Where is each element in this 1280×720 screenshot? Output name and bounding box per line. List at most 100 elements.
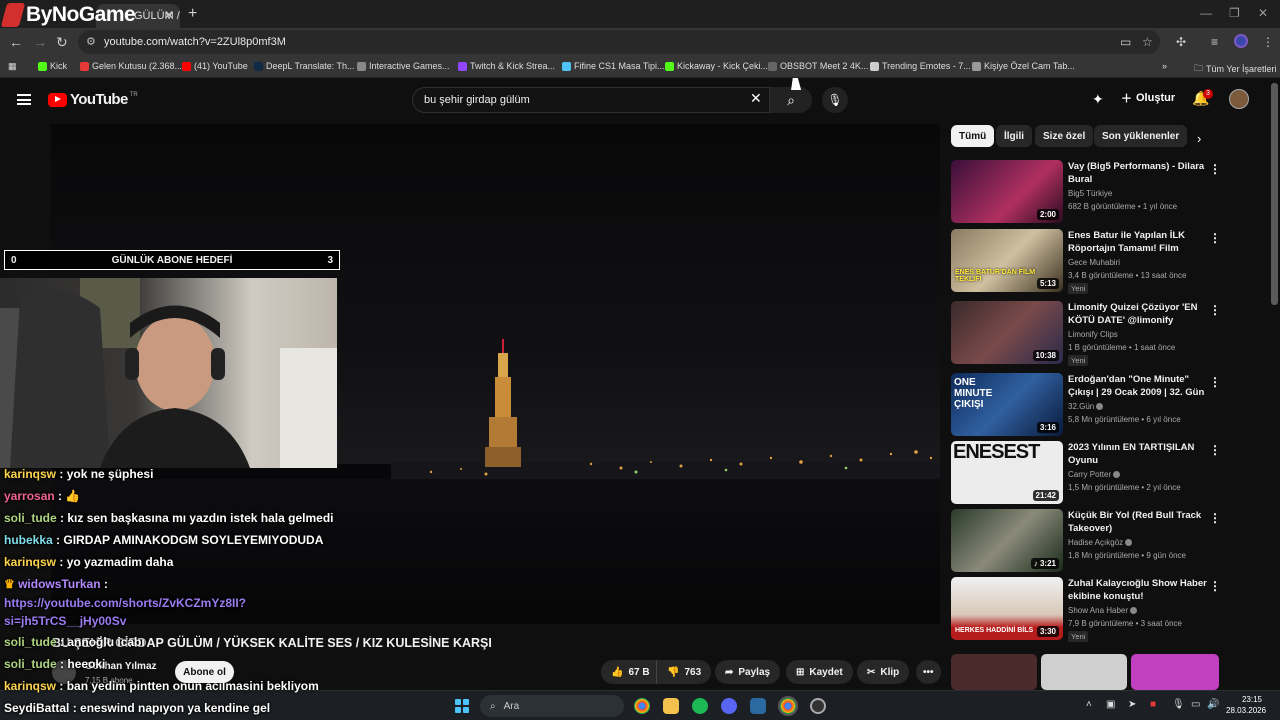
menu-icon[interactable] bbox=[17, 94, 31, 105]
app-icon[interactable] bbox=[750, 698, 766, 714]
subscribe-button[interactable]: Abone ol bbox=[175, 661, 234, 683]
bookmark-item[interactable]: Kişiye Özel Cam Tab... bbox=[972, 61, 1075, 71]
bookmark-item[interactable]: Interactive Games... bbox=[357, 61, 450, 71]
all-bookmarks-folder[interactable]: 🗀 Tüm Yer İşaretleri bbox=[1194, 61, 1277, 77]
window-close-icon[interactable]: ✕ bbox=[1258, 6, 1268, 20]
system-clock[interactable]: 23:15 28.03.2026 bbox=[1226, 694, 1266, 716]
file-explorer-icon[interactable] bbox=[663, 698, 679, 714]
more-vertical-icon[interactable]: ⋮ bbox=[1209, 579, 1221, 593]
more-vertical-icon[interactable]: ⋮ bbox=[1209, 303, 1221, 317]
network-icon[interactable]: ▭ bbox=[1191, 699, 1200, 710]
recommendation-item[interactable]: 2:00 Vay (Big5 Performans) - Dilara Bura… bbox=[951, 160, 1271, 224]
minimize-icon[interactable]: — bbox=[1200, 6, 1212, 20]
bookmark-item[interactable]: DeepL Translate: Th... bbox=[254, 61, 355, 71]
more-actions-button[interactable]: ••• bbox=[916, 660, 941, 684]
apps-grid-icon[interactable]: ▦ bbox=[8, 61, 17, 72]
forward-icon[interactable]: → bbox=[33, 34, 47, 50]
spotify-icon[interactable] bbox=[692, 698, 708, 714]
tray-app-icon[interactable]: ▣ bbox=[1106, 699, 1115, 710]
windows-start-icon[interactable] bbox=[455, 699, 469, 713]
url-field[interactable]: ⚙ youtube.com/watch?v=2ZUl8p0mf3M bbox=[78, 30, 1160, 54]
short-thumbnail[interactable] bbox=[1041, 654, 1127, 690]
recommendation-title[interactable]: 2023 Yılının EN TARTIŞILAN Oyunu bbox=[1068, 441, 1208, 467]
like-button[interactable]: 👍 67 B bbox=[601, 660, 658, 684]
bookmark-item[interactable]: Gelen Kutusu (2.368... bbox=[80, 61, 182, 71]
media-controls-icon[interactable]: ≡ bbox=[1211, 35, 1218, 49]
recommendation-item[interactable]: ENES BATUR'DAN FİLM TEKLİFİ 5:13 Enes Ba… bbox=[951, 229, 1271, 294]
clip-button[interactable]: ✂ Klip bbox=[857, 660, 910, 684]
more-vertical-icon[interactable]: ⋮ bbox=[1209, 511, 1221, 525]
recommendation-channel[interactable]: 32.Gün bbox=[1068, 402, 1104, 411]
recommendation-item[interactable]: ENESEST 21:42 2023 Yılının EN TARTIŞILAN… bbox=[951, 441, 1271, 505]
video-thumbnail[interactable]: 10:38 bbox=[951, 301, 1063, 364]
recommendation-title[interactable]: Erdoğan'dan "One Minute" Çıkışı | 29 Oca… bbox=[1068, 373, 1208, 400]
more-vertical-icon[interactable]: ⋮ bbox=[1209, 443, 1221, 457]
create-button[interactable]: ＋ Oluştur bbox=[1121, 90, 1175, 106]
browser-profile-avatar[interactable] bbox=[1234, 34, 1248, 48]
chip-recent[interactable]: Son yüklenenler bbox=[1094, 125, 1188, 147]
site-info-icon[interactable]: ⚙ bbox=[86, 35, 96, 48]
browser-menu-icon[interactable]: ⋮ bbox=[1262, 35, 1274, 49]
video-thumbnail[interactable]: HERKES HADDİNİ BİLS 3:30 bbox=[951, 577, 1063, 640]
recommendation-title[interactable]: Vay (Big5 Performans) - Dilara Bural bbox=[1068, 160, 1208, 186]
video-thumbnail[interactable]: ONE MINUTE ÇIKIŞI 3:16 bbox=[951, 373, 1063, 436]
youtube-logo[interactable]: YouTube TR bbox=[48, 91, 138, 108]
recommendation-item[interactable]: 10:38 Limonify Quizei Çözüyor 'EN KÖTÜ D… bbox=[951, 301, 1271, 366]
reload-icon[interactable]: ↻ bbox=[56, 34, 68, 51]
extensions-icon[interactable]: ✣ bbox=[1176, 35, 1186, 49]
chip-all[interactable]: Tümü bbox=[951, 125, 995, 147]
share-button[interactable]: ➦ Paylaş bbox=[715, 660, 781, 684]
volume-icon[interactable]: 🔊 bbox=[1207, 699, 1219, 710]
cast-icon[interactable]: ▭ bbox=[1120, 35, 1131, 49]
recommendation-item[interactable]: HERKES HADDİNİ BİLS 3:30 Zuhal Kalaycıoğ… bbox=[951, 577, 1271, 642]
page-scrollbar[interactable] bbox=[1271, 83, 1278, 305]
recommendation-title[interactable]: Enes Batur ile Yapılan İLK Röportajın Ta… bbox=[1068, 229, 1208, 256]
short-thumbnail[interactable] bbox=[951, 654, 1037, 690]
back-icon[interactable]: ← bbox=[9, 34, 23, 50]
more-vertical-icon[interactable]: ⋮ bbox=[1209, 231, 1221, 245]
bookmark-item[interactable]: Kick bbox=[38, 61, 67, 71]
voice-search-button[interactable]: 🎙 bbox=[822, 87, 848, 113]
tray-app-icon[interactable]: ➤ bbox=[1128, 699, 1136, 710]
chrome-active-icon[interactable] bbox=[778, 696, 798, 716]
recommendation-channel[interactable]: Carry Potter bbox=[1068, 470, 1121, 479]
recommendation-title[interactable]: Zuhal Kalaycıoğlu Show Haber ekibine kon… bbox=[1068, 577, 1208, 603]
tray-overflow-icon[interactable]: ˄ bbox=[1086, 699, 1092, 710]
tray-app-icon[interactable]: ■ bbox=[1150, 699, 1156, 710]
chrome-icon[interactable] bbox=[634, 698, 650, 714]
video-thumbnail[interactable]: ENESEST 21:42 bbox=[951, 441, 1063, 504]
taskbar-search[interactable]: ⌕ Ara bbox=[480, 695, 624, 717]
more-vertical-icon[interactable]: ⋮ bbox=[1209, 162, 1221, 176]
recommendation-title[interactable]: Küçük Bir Yol (Red Bull Track Takeover) bbox=[1068, 509, 1208, 535]
bookmarks-overflow-icon[interactable]: » bbox=[1162, 61, 1167, 71]
recommendation-item[interactable]: ♪ 3:21 Küçük Bir Yol (Red Bull Track Tak… bbox=[951, 509, 1271, 573]
create-icon[interactable]: ✦ bbox=[1092, 91, 1104, 108]
clear-search-icon[interactable]: ✕ bbox=[750, 90, 762, 107]
bookmark-item[interactable]: (41) YouTube bbox=[182, 61, 248, 71]
microphone-tray-icon[interactable]: 🎙 bbox=[1172, 699, 1185, 710]
search-input[interactable]: bu şehir girdap gülüm bbox=[412, 87, 770, 113]
discord-icon[interactable] bbox=[721, 698, 737, 714]
recommendation-item[interactable]: ONE MINUTE ÇIKIŞI 3:16 Erdoğan'dan "One … bbox=[951, 373, 1271, 437]
chevron-right-icon[interactable]: › bbox=[1197, 131, 1201, 146]
recommendation-channel[interactable]: Limonify Clips bbox=[1068, 330, 1118, 339]
search-button[interactable]: ⌕ bbox=[770, 87, 812, 113]
short-thumbnail[interactable] bbox=[1131, 654, 1219, 690]
chip-related[interactable]: İlgili bbox=[996, 125, 1032, 147]
chip-for-you[interactable]: Size özel bbox=[1035, 125, 1094, 147]
video-thumbnail[interactable]: ♪ 3:21 bbox=[951, 509, 1063, 572]
bookmark-item[interactable]: Twitch & Kick Strea... bbox=[458, 61, 555, 71]
bookmark-star-icon[interactable]: ☆ bbox=[1142, 35, 1153, 49]
bookmark-item[interactable]: Trending Emotes - 7... bbox=[870, 61, 971, 71]
dislike-button[interactable]: 👎 763 bbox=[656, 660, 712, 684]
video-thumbnail[interactable]: 2:00 bbox=[951, 160, 1063, 223]
obs-icon[interactable] bbox=[810, 698, 826, 714]
recommendation-channel[interactable]: Hadise Açıkgöz bbox=[1068, 538, 1133, 547]
recommendation-title[interactable]: Limonify Quizei Çözüyor 'EN KÖTÜ DATE' @… bbox=[1068, 301, 1208, 327]
new-tab-icon[interactable]: + bbox=[188, 5, 197, 23]
video-thumbnail[interactable]: ENES BATUR'DAN FİLM TEKLİFİ 5:13 bbox=[951, 229, 1063, 292]
more-vertical-icon[interactable]: ⋮ bbox=[1209, 375, 1221, 389]
recommendation-channel[interactable]: Gece Muhabiri bbox=[1068, 258, 1120, 267]
recommendation-channel[interactable]: Show Ana Haber bbox=[1068, 606, 1138, 615]
recommendation-channel[interactable]: Big5 Türkiye bbox=[1068, 189, 1112, 198]
